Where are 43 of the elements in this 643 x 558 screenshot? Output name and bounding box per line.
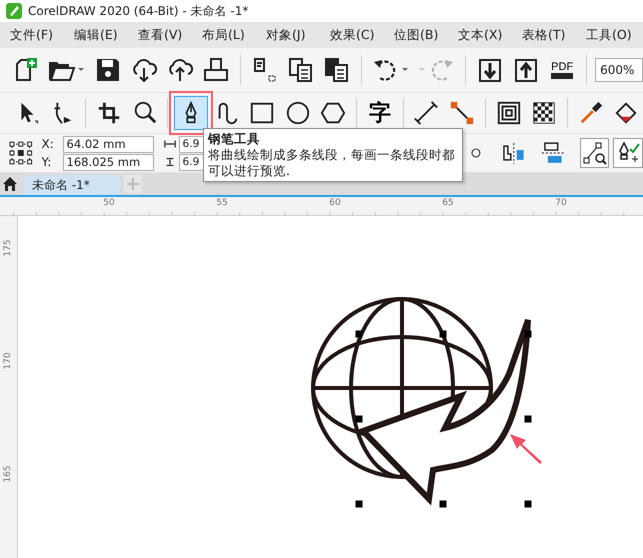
ruler-label: 60 (329, 198, 341, 208)
ruler-label: 65 (442, 198, 454, 208)
x-label: X: (42, 137, 55, 151)
text-tool[interactable]: 字 (363, 96, 397, 130)
menu-item[interactable]: 布局(L) (192, 26, 256, 44)
x-position-field[interactable]: 64.02 mm (62, 136, 154, 152)
tooltip-text: 将曲线绘制成多条线段，每画一条线段时都可以进行预览. (208, 147, 456, 179)
width-icon (164, 139, 176, 149)
ruler-label: 175 (3, 239, 13, 257)
menu-item[interactable]: 查看(V) (128, 26, 192, 44)
document-tab[interactable]: 未命名 -1* (24, 175, 120, 195)
ruler-label: 55 (216, 198, 228, 208)
tooltip-title: 钢笔工具 (208, 131, 261, 147)
height-field[interactable]: 6.9 (178, 154, 206, 170)
menu-item[interactable]: 文件(F) (0, 26, 64, 44)
align-icon[interactable] (540, 140, 566, 166)
menu-item[interactable]: 效果(C) (320, 26, 384, 44)
ruler-label: 170 (3, 352, 13, 370)
reference-point-icon[interactable] (8, 140, 34, 166)
home-icon[interactable] (2, 176, 18, 192)
node-zoom-button[interactable] (580, 138, 610, 168)
selection-handles[interactable] (356, 330, 532, 508)
window-title: CorelDRAW 2020 (64-Bit) - 未命名 -1* (28, 2, 248, 20)
menu-item[interactable]: 位图(B) (384, 26, 448, 44)
pointer-arrow (510, 434, 542, 464)
width-field[interactable]: 6.9 (178, 136, 206, 152)
ruler-label: 70 (555, 198, 567, 208)
pen-check-button[interactable] (613, 138, 643, 168)
align-icon[interactable] (500, 140, 526, 166)
app-logo-icon (6, 3, 22, 19)
height-icon (164, 157, 176, 167)
y-position-field[interactable]: 168.025 mm (62, 154, 154, 170)
zoom-field[interactable]: 600% (595, 58, 643, 82)
menu-item[interactable]: 文本(X) (448, 26, 512, 44)
menu-item[interactable]: 工具(O) (576, 26, 640, 44)
ruler-label: 165 (3, 465, 13, 483)
y-label: Y: (42, 155, 52, 169)
circle-icon[interactable] (471, 148, 481, 158)
ruler-label: 50 (103, 198, 115, 208)
pdf-button[interactable]: PDF (546, 53, 578, 87)
menu-item[interactable]: 对象(J) (256, 26, 320, 44)
menu-item[interactable]: 编辑(E) (64, 26, 128, 44)
menu-item[interactable]: 表格(T) (512, 26, 576, 44)
